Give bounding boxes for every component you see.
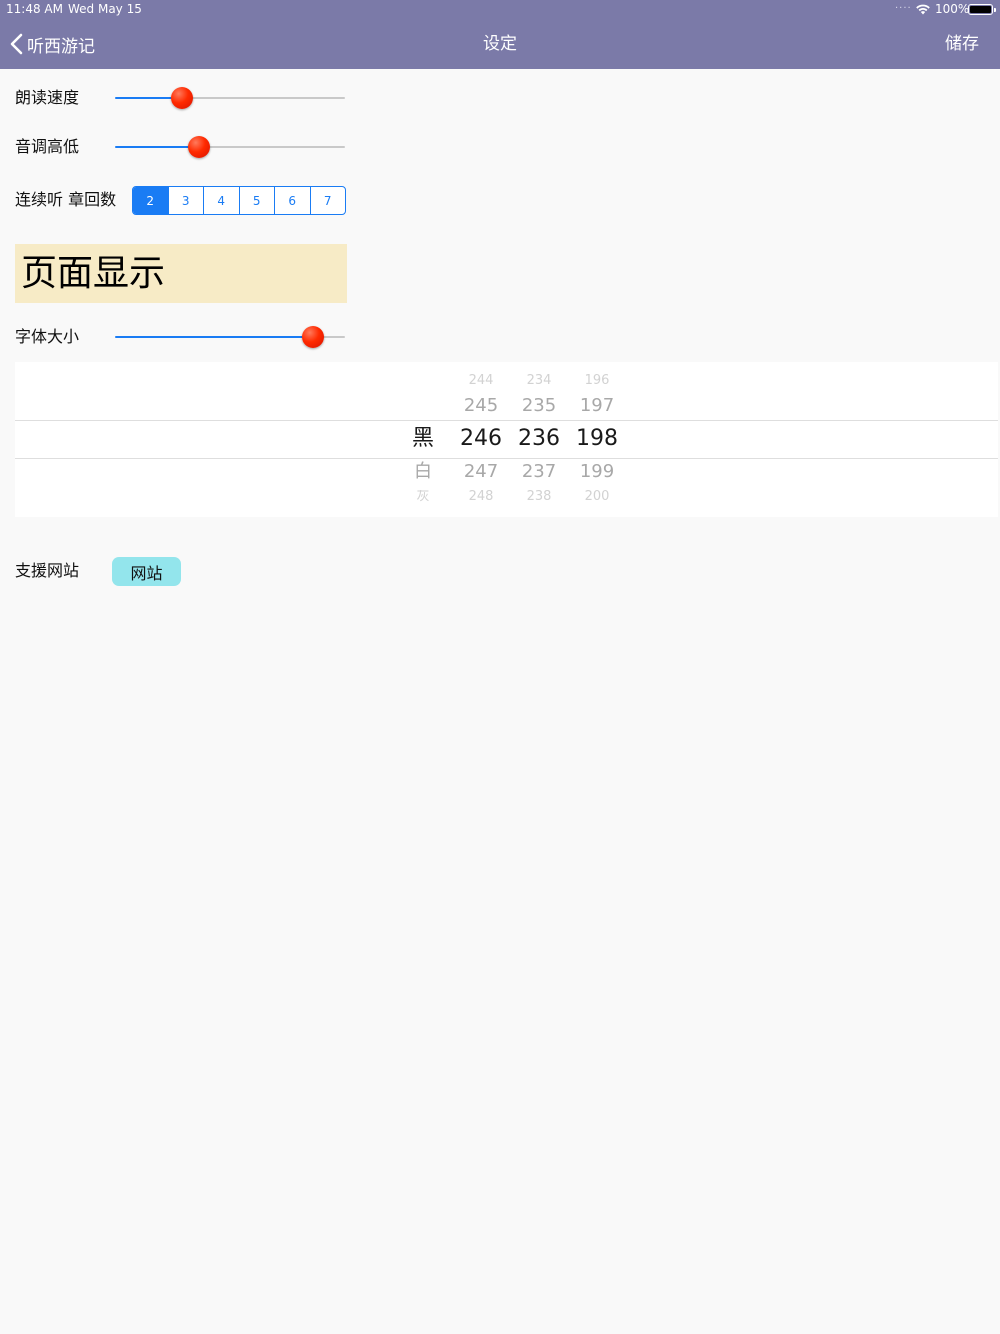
font-size-slider[interactable] — [115, 324, 345, 350]
battery-percentage: 100% — [935, 2, 970, 16]
picker-item[interactable]: 248 — [451, 490, 511, 504]
slider-track-filled — [115, 336, 314, 338]
picker-item[interactable]: 234 — [509, 374, 569, 388]
picker-item[interactable]: 244 — [451, 374, 511, 388]
picker-item[interactable]: 200 — [567, 490, 627, 504]
reading-speed-label: 朗读速度 — [15, 88, 80, 107]
page-title: 设定 — [483, 34, 517, 54]
picker-item-selected[interactable]: 236 — [509, 425, 569, 453]
chapters-label: 连续听 章回数 — [15, 190, 117, 209]
chapters-segment[interactable]: 3 — [167, 187, 204, 214]
navigation-bar: 11:48 AM Wed May 15 ···· 100% 听西游记 设定 储存 — [0, 0, 1000, 69]
picker-item[interactable]: 235 — [509, 395, 569, 417]
picker-item[interactable]: 白 — [393, 461, 453, 483]
picker-item-selected[interactable]: 黑 — [393, 425, 453, 453]
support-website-label: 支援网站 — [15, 561, 80, 580]
pitch-label: 音调高低 — [15, 137, 80, 156]
picker-item[interactable]: 245 — [451, 395, 511, 417]
back-button-label: 听西游记 — [27, 36, 95, 57]
chapters-segment[interactable]: 2 — [133, 187, 168, 214]
picker-red-column[interactable]: 244 245 246 247 248 — [451, 362, 511, 517]
slider-track-empty — [198, 146, 345, 148]
chevron-left-icon — [10, 33, 23, 55]
picker-blue-column[interactable]: 196 197 198 199 200 — [567, 362, 627, 517]
slider-thumb[interactable] — [171, 87, 194, 109]
battery-cap — [994, 8, 996, 12]
font-size-label: 字体大小 — [15, 327, 80, 346]
picker-item[interactable]: 197 — [567, 395, 627, 417]
picker-item[interactable]: 199 — [567, 461, 627, 483]
chapters-segmented-control[interactable]: 2 3 4 5 6 7 — [132, 186, 346, 215]
wifi-icon — [916, 4, 930, 15]
picker-item[interactable] — [393, 374, 453, 388]
picker-green-column[interactable]: 234 235 236 237 238 — [509, 362, 569, 517]
picker-item[interactable]: 灰 — [393, 490, 453, 504]
picker-item[interactable]: 196 — [567, 374, 627, 388]
website-button[interactable]: 网站 — [112, 557, 181, 586]
chapters-segment[interactable]: 6 — [274, 187, 310, 214]
picker-item-selected[interactable]: 246 — [451, 425, 511, 453]
picker-item-selected[interactable]: 198 — [567, 425, 627, 453]
chapters-segment[interactable]: 7 — [309, 187, 346, 214]
chapters-segment[interactable]: 5 — [238, 187, 275, 214]
slider-track-filled — [115, 146, 199, 148]
status-time: 11:48 AM — [6, 2, 63, 16]
slider-thumb[interactable] — [302, 326, 325, 348]
pitch-slider[interactable] — [115, 134, 345, 160]
status-date: Wed May 15 — [68, 2, 142, 16]
picker-item[interactable]: 237 — [509, 461, 569, 483]
cellular-signal-icon: ···· — [895, 3, 912, 14]
back-button[interactable]: 听西游记 — [10, 31, 95, 57]
save-button[interactable]: 储存 — [945, 31, 979, 57]
battery-icon — [968, 4, 993, 15]
slider-track-empty — [182, 97, 345, 99]
picker-color-name-column[interactable]: 黑 白 灰 — [393, 362, 453, 517]
picker-item[interactable]: 247 — [451, 461, 511, 483]
reading-speed-slider[interactable] — [115, 85, 345, 111]
slider-thumb[interactable] — [187, 136, 210, 158]
picker-item[interactable]: 238 — [509, 490, 569, 504]
display-section-heading: 页面显示 — [21, 253, 166, 294]
color-picker[interactable]: 黑 白 灰 244 245 246 247 248 234 235 236 23… — [15, 362, 998, 517]
display-preview-box: 页面显示 — [15, 244, 347, 303]
chapters-segment[interactable]: 4 — [203, 187, 239, 214]
